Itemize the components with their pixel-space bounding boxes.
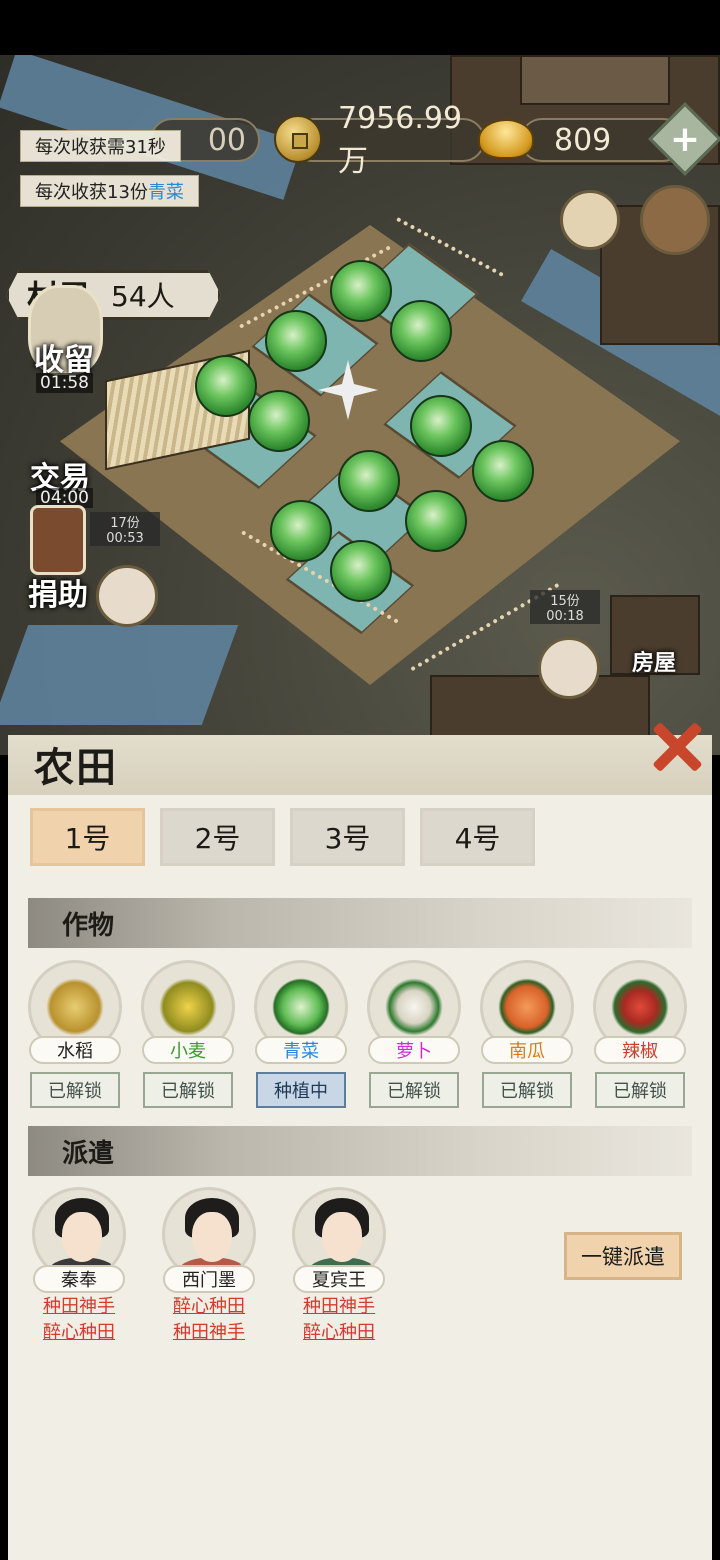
cabbage-plant-icon	[272, 978, 330, 1036]
lobster-icon[interactable]	[96, 565, 158, 627]
worker-list: 秦奉 种田神手 醉心种田 西门墨 醉心种田 种田神手 夏宾王 种田神手 醉心种田	[32, 1187, 386, 1345]
crops-section-title: 作物	[62, 910, 115, 941]
crop-item-pumpkin[interactable]: 南瓜 已解锁	[480, 960, 574, 1108]
donation-box-icon	[30, 505, 86, 575]
right-yield-badge: 15份 00:18	[530, 590, 600, 624]
worker-skill[interactable]: 种田神手	[43, 1295, 115, 1319]
crop-status[interactable]: 种植中	[256, 1072, 346, 1108]
worker-name: 西门墨	[163, 1265, 255, 1293]
crop-name: 小麦	[142, 1036, 234, 1064]
crop-item-rice[interactable]: 水稻 已解锁	[28, 960, 122, 1108]
crop-item-radish[interactable]: 萝卜 已解锁	[367, 960, 461, 1108]
dispatch-section-header: 派遣	[28, 1126, 692, 1176]
crop-item-bokchoy[interactable]: 青菜 种植中	[254, 960, 348, 1108]
shelter-timer: 01:58	[36, 373, 93, 393]
settings-gear-icon[interactable]	[640, 185, 710, 255]
harvest-crop-name: 青菜	[147, 182, 184, 203]
worker-skill[interactable]: 醉心种田	[303, 1321, 375, 1345]
tab-field-2[interactable]: 2号	[160, 808, 275, 866]
scroll-book-icon[interactable]	[560, 190, 620, 250]
crop-name: 萝卜	[368, 1036, 460, 1064]
worker-item[interactable]: 西门墨 醉心种田 种田神手	[162, 1187, 256, 1345]
harvest-time-text: 每次收获需31秒	[35, 137, 166, 158]
coin-icon	[274, 115, 322, 163]
worker-name: 秦奉	[33, 1265, 125, 1293]
crop-name: 辣椒	[594, 1036, 686, 1064]
crop-item-wheat[interactable]: 小麦 已解锁	[141, 960, 235, 1108]
crop-status[interactable]: 已解锁	[369, 1072, 459, 1108]
right-yield-amount: 15份	[550, 594, 580, 609]
ingot-amount: 809	[554, 122, 612, 158]
crop-status[interactable]: 已解锁	[595, 1072, 685, 1108]
panel-title: 农田	[34, 744, 118, 791]
crop-name: 青菜	[255, 1036, 347, 1064]
one-click-dispatch-button[interactable]: 一键派遣	[564, 1232, 682, 1280]
crop-list: 水稻 已解锁 小麦 已解锁 青菜 种植中 萝卜 已解锁 南瓜 已解锁 辣椒 已解…	[28, 960, 687, 1108]
worker-skill[interactable]: 种田神手	[303, 1295, 375, 1319]
wheat-plant-icon	[159, 978, 217, 1036]
harvest-time-tip: 每次收获需31秒	[20, 130, 181, 162]
crop-name: 水稻	[29, 1036, 121, 1064]
left-yield-timer: 00:53	[106, 531, 144, 546]
crop-name: 南瓜	[481, 1036, 573, 1064]
harvest-amount-tip: 每次收获13份 青菜	[20, 175, 199, 207]
chili-plant-icon	[611, 978, 669, 1036]
worker-skill[interactable]: 醉心种田	[43, 1321, 115, 1345]
tab-field-4[interactable]: 4号	[420, 808, 535, 866]
crop-status[interactable]: 已解锁	[30, 1072, 120, 1108]
dispatch-section-title: 派遣	[62, 1138, 115, 1169]
gold-ingot-icon	[478, 119, 534, 159]
pumpkin-plant-icon	[498, 978, 556, 1036]
close-icon[interactable]	[646, 715, 706, 775]
tab-field-3[interactable]: 3号	[290, 808, 405, 866]
harvest-amount-text: 每次收获13份	[35, 182, 148, 203]
field-tabs: 1号 2号 3号 4号	[30, 808, 535, 866]
plus-icon: +	[669, 118, 701, 160]
coin-amount: 7956.99万	[338, 100, 463, 179]
hidden-resource-value: 00	[207, 122, 246, 158]
tab-field-1[interactable]: 1号	[30, 808, 145, 866]
crop-item-chili[interactable]: 辣椒 已解锁	[593, 960, 687, 1108]
farm-scene: 00 7956.99万 809 + 每次收获需31秒 每次收获13份青菜 村民 …	[0, 55, 720, 755]
crops-section-header: 作物	[28, 898, 692, 948]
worker-skill[interactable]: 醉心种田	[173, 1295, 245, 1319]
root-crop-icon[interactable]	[538, 637, 600, 699]
donate-button[interactable]: 捐助	[28, 570, 88, 614]
farmland-panel: 农田 1号 2号 3号 4号 作物 水稻 已解锁 小麦 已解锁 青菜 种植中 萝…	[8, 735, 712, 1560]
rice-plant-icon	[46, 978, 104, 1036]
villager-count: 54人	[111, 280, 175, 313]
worker-item[interactable]: 秦奉 种田神手 醉心种田	[32, 1187, 126, 1345]
radish-plant-icon	[385, 978, 443, 1036]
worker-skill[interactable]: 种田神手	[173, 1321, 245, 1345]
left-yield-amount: 17份	[110, 516, 140, 531]
worker-name: 夏宾王	[293, 1265, 385, 1293]
house-label[interactable]: 房屋	[632, 645, 676, 677]
crop-status[interactable]: 已解锁	[482, 1072, 572, 1108]
left-yield-badge: 17份 00:53	[90, 512, 160, 546]
worker-item[interactable]: 夏宾王 种田神手 醉心种田	[292, 1187, 386, 1345]
crop-status[interactable]: 已解锁	[143, 1072, 233, 1108]
right-yield-timer: 00:18	[546, 609, 584, 624]
